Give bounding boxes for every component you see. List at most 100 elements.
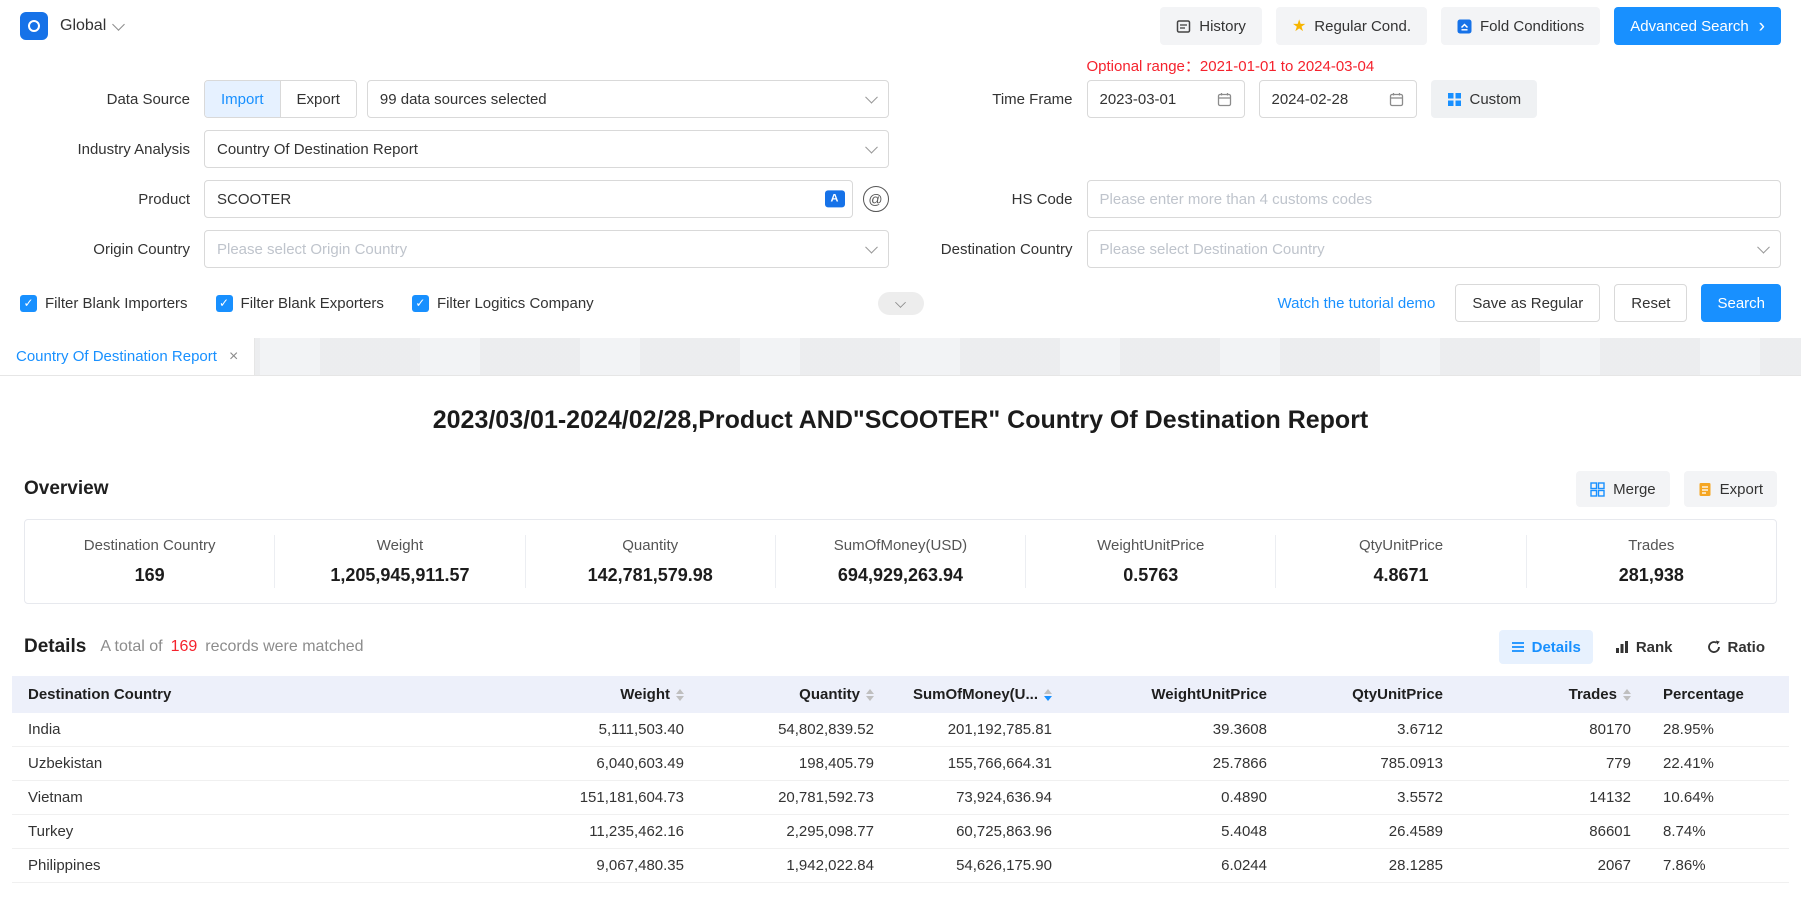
stat-value: 169 bbox=[33, 565, 266, 586]
details-list-icon bbox=[1511, 640, 1525, 654]
table-cell: 1,942,022.84 bbox=[700, 849, 890, 883]
data-source-label: Data Source bbox=[20, 91, 190, 108]
sort-icon[interactable] bbox=[866, 689, 874, 701]
import-toggle[interactable]: Import bbox=[205, 81, 280, 117]
table-row[interactable]: Vietnam151,181,604.7320,781,592.7373,924… bbox=[12, 781, 1789, 815]
view-ratio-button[interactable]: Ratio bbox=[1695, 630, 1778, 664]
col-quantity[interactable]: Quantity bbox=[700, 676, 890, 713]
col-sum-of-money[interactable]: SumOfMoney(U... bbox=[890, 676, 1068, 713]
filter-blank-importers-label: Filter Blank Importers bbox=[45, 295, 188, 312]
table-row[interactable]: Philippines9,067,480.351,942,022.8454,62… bbox=[12, 849, 1789, 883]
chevron-down-icon bbox=[895, 297, 906, 308]
table-cell: 14132 bbox=[1459, 781, 1647, 815]
hs-code-label: HS Code bbox=[913, 191, 1073, 208]
tab-country-of-destination-report[interactable]: Country Of Destination Report × bbox=[0, 338, 255, 375]
table-cell: 73,924,636.94 bbox=[890, 781, 1068, 815]
fold-conditions-button[interactable]: Fold Conditions bbox=[1441, 7, 1600, 45]
translate-icon[interactable]: A bbox=[825, 190, 845, 207]
industry-analysis-label: Industry Analysis bbox=[20, 141, 190, 158]
table-cell: 9,067,480.35 bbox=[512, 849, 700, 883]
table-row[interactable]: Turkey11,235,462.162,295,098.7760,725,86… bbox=[12, 815, 1789, 849]
sort-icon[interactable] bbox=[1044, 689, 1052, 701]
table-cell: 5,111,503.40 bbox=[512, 713, 700, 747]
total-suffix: records were matched bbox=[205, 638, 363, 656]
synonym-match-icon[interactable]: @ bbox=[863, 186, 889, 212]
stat-label: Quantity bbox=[534, 537, 767, 554]
view-details-button[interactable]: Details bbox=[1499, 630, 1593, 664]
time-frame-label: Time Frame bbox=[913, 91, 1073, 108]
star-icon: ★ bbox=[1292, 16, 1306, 36]
view-rank-button[interactable]: Rank bbox=[1603, 630, 1685, 664]
col-weight[interactable]: Weight bbox=[512, 676, 700, 713]
close-icon[interactable]: × bbox=[229, 349, 238, 365]
col-weight-unit-price: WeightUnitPrice bbox=[1068, 676, 1283, 713]
table-cell: 2,295,098.77 bbox=[700, 815, 890, 849]
form-row-2: Industry Analysis Country Of Destination… bbox=[20, 130, 1781, 168]
origin-country-select[interactable]: Please select Origin Country bbox=[204, 230, 889, 268]
stat-value: 0.5763 bbox=[1034, 565, 1267, 586]
sort-icon[interactable] bbox=[676, 689, 684, 701]
column-label: QtyUnitPrice bbox=[1352, 686, 1443, 703]
merge-button[interactable]: Merge bbox=[1576, 471, 1670, 507]
table-cell: 785.0913 bbox=[1283, 747, 1459, 781]
export-button[interactable]: Export bbox=[1684, 471, 1777, 507]
save-as-regular-button[interactable]: Save as Regular bbox=[1455, 284, 1600, 322]
date-end-input[interactable]: 2024-02-28 bbox=[1259, 80, 1417, 118]
product-input[interactable] bbox=[204, 180, 853, 218]
stat-destination-country: Destination Country 169 bbox=[25, 535, 275, 588]
app-logo[interactable] bbox=[20, 12, 48, 40]
destination-country-placeholder: Please select Destination Country bbox=[1100, 241, 1325, 258]
column-label: Trades bbox=[1569, 686, 1617, 703]
table-cell: 10.64% bbox=[1647, 781, 1789, 815]
chevron-down-icon bbox=[112, 18, 125, 31]
stat-value: 281,938 bbox=[1535, 565, 1768, 586]
table-cell: 6.0244 bbox=[1068, 849, 1283, 883]
stat-label: Destination Country bbox=[33, 537, 266, 554]
reset-button[interactable]: Reset bbox=[1614, 284, 1687, 322]
tab-label: Country Of Destination Report bbox=[16, 348, 217, 365]
advanced-search-button[interactable]: Advanced Search › bbox=[1614, 7, 1781, 45]
stat-label: WeightUnitPrice bbox=[1034, 537, 1267, 554]
history-button[interactable]: History bbox=[1160, 7, 1262, 45]
details-table-wrap: Destination Country Weight Quantity SumO… bbox=[12, 676, 1789, 883]
date-start-input[interactable]: 2023-03-01 bbox=[1087, 80, 1245, 118]
table-cell: India bbox=[12, 713, 512, 747]
search-form: Optional range：2021-01-01 to 2024-03-04 … bbox=[0, 52, 1801, 338]
total-prefix: A total of bbox=[100, 638, 162, 656]
tutorial-demo-link[interactable]: Watch the tutorial demo bbox=[1278, 295, 1436, 312]
filter-blank-importers-checkbox[interactable]: ✓ Filter Blank Importers bbox=[20, 295, 188, 312]
table-cell: 54,802,839.52 bbox=[700, 713, 890, 747]
region-selector[interactable]: Global bbox=[60, 17, 123, 35]
col-percentage: Percentage bbox=[1647, 676, 1789, 713]
regular-cond-button[interactable]: ★ Regular Cond. bbox=[1276, 7, 1427, 45]
form-row-4: Origin Country Please select Origin Coun… bbox=[20, 230, 1781, 268]
table-cell: 2067 bbox=[1459, 849, 1647, 883]
data-source-segmented: Import Export bbox=[204, 80, 357, 118]
data-source-select[interactable]: 99 data sources selected bbox=[367, 80, 889, 118]
filter-logistics-company-checkbox[interactable]: ✓ Filter Logitics Company bbox=[412, 295, 594, 312]
overview-heading: Overview bbox=[24, 478, 109, 500]
export-toggle[interactable]: Export bbox=[280, 81, 356, 117]
industry-analysis-select[interactable]: Country Of Destination Report bbox=[204, 130, 889, 168]
sort-icon[interactable] bbox=[1623, 689, 1631, 701]
search-button[interactable]: Search bbox=[1701, 284, 1781, 322]
table-cell: 8.74% bbox=[1647, 815, 1789, 849]
table-cell: 5.4048 bbox=[1068, 815, 1283, 849]
view-details-label: Details bbox=[1532, 639, 1581, 656]
custom-range-button[interactable]: Custom bbox=[1431, 80, 1538, 118]
merge-icon bbox=[1590, 482, 1605, 497]
table-row[interactable]: Uzbekistan6,040,603.49198,405.79155,766,… bbox=[12, 747, 1789, 781]
chevron-down-icon bbox=[865, 241, 878, 254]
overview-actions: Merge Export bbox=[1576, 471, 1777, 507]
hs-code-input[interactable] bbox=[1087, 180, 1782, 218]
report-title: 2023/03/01-2024/02/28,Product AND"SCOOTE… bbox=[0, 406, 1801, 435]
stat-label: Weight bbox=[283, 537, 516, 554]
table-cell: 151,181,604.73 bbox=[512, 781, 700, 815]
expand-conditions-button[interactable] bbox=[878, 292, 924, 315]
table-row[interactable]: India5,111,503.4054,802,839.52201,192,78… bbox=[12, 713, 1789, 747]
custom-range-label: Custom bbox=[1470, 91, 1522, 108]
col-trades[interactable]: Trades bbox=[1459, 676, 1647, 713]
topbar-right: History ★ Regular Cond. Fold Conditions … bbox=[1160, 7, 1781, 45]
destination-country-select[interactable]: Please select Destination Country bbox=[1087, 230, 1782, 268]
filter-blank-exporters-checkbox[interactable]: ✓ Filter Blank Exporters bbox=[216, 295, 384, 312]
